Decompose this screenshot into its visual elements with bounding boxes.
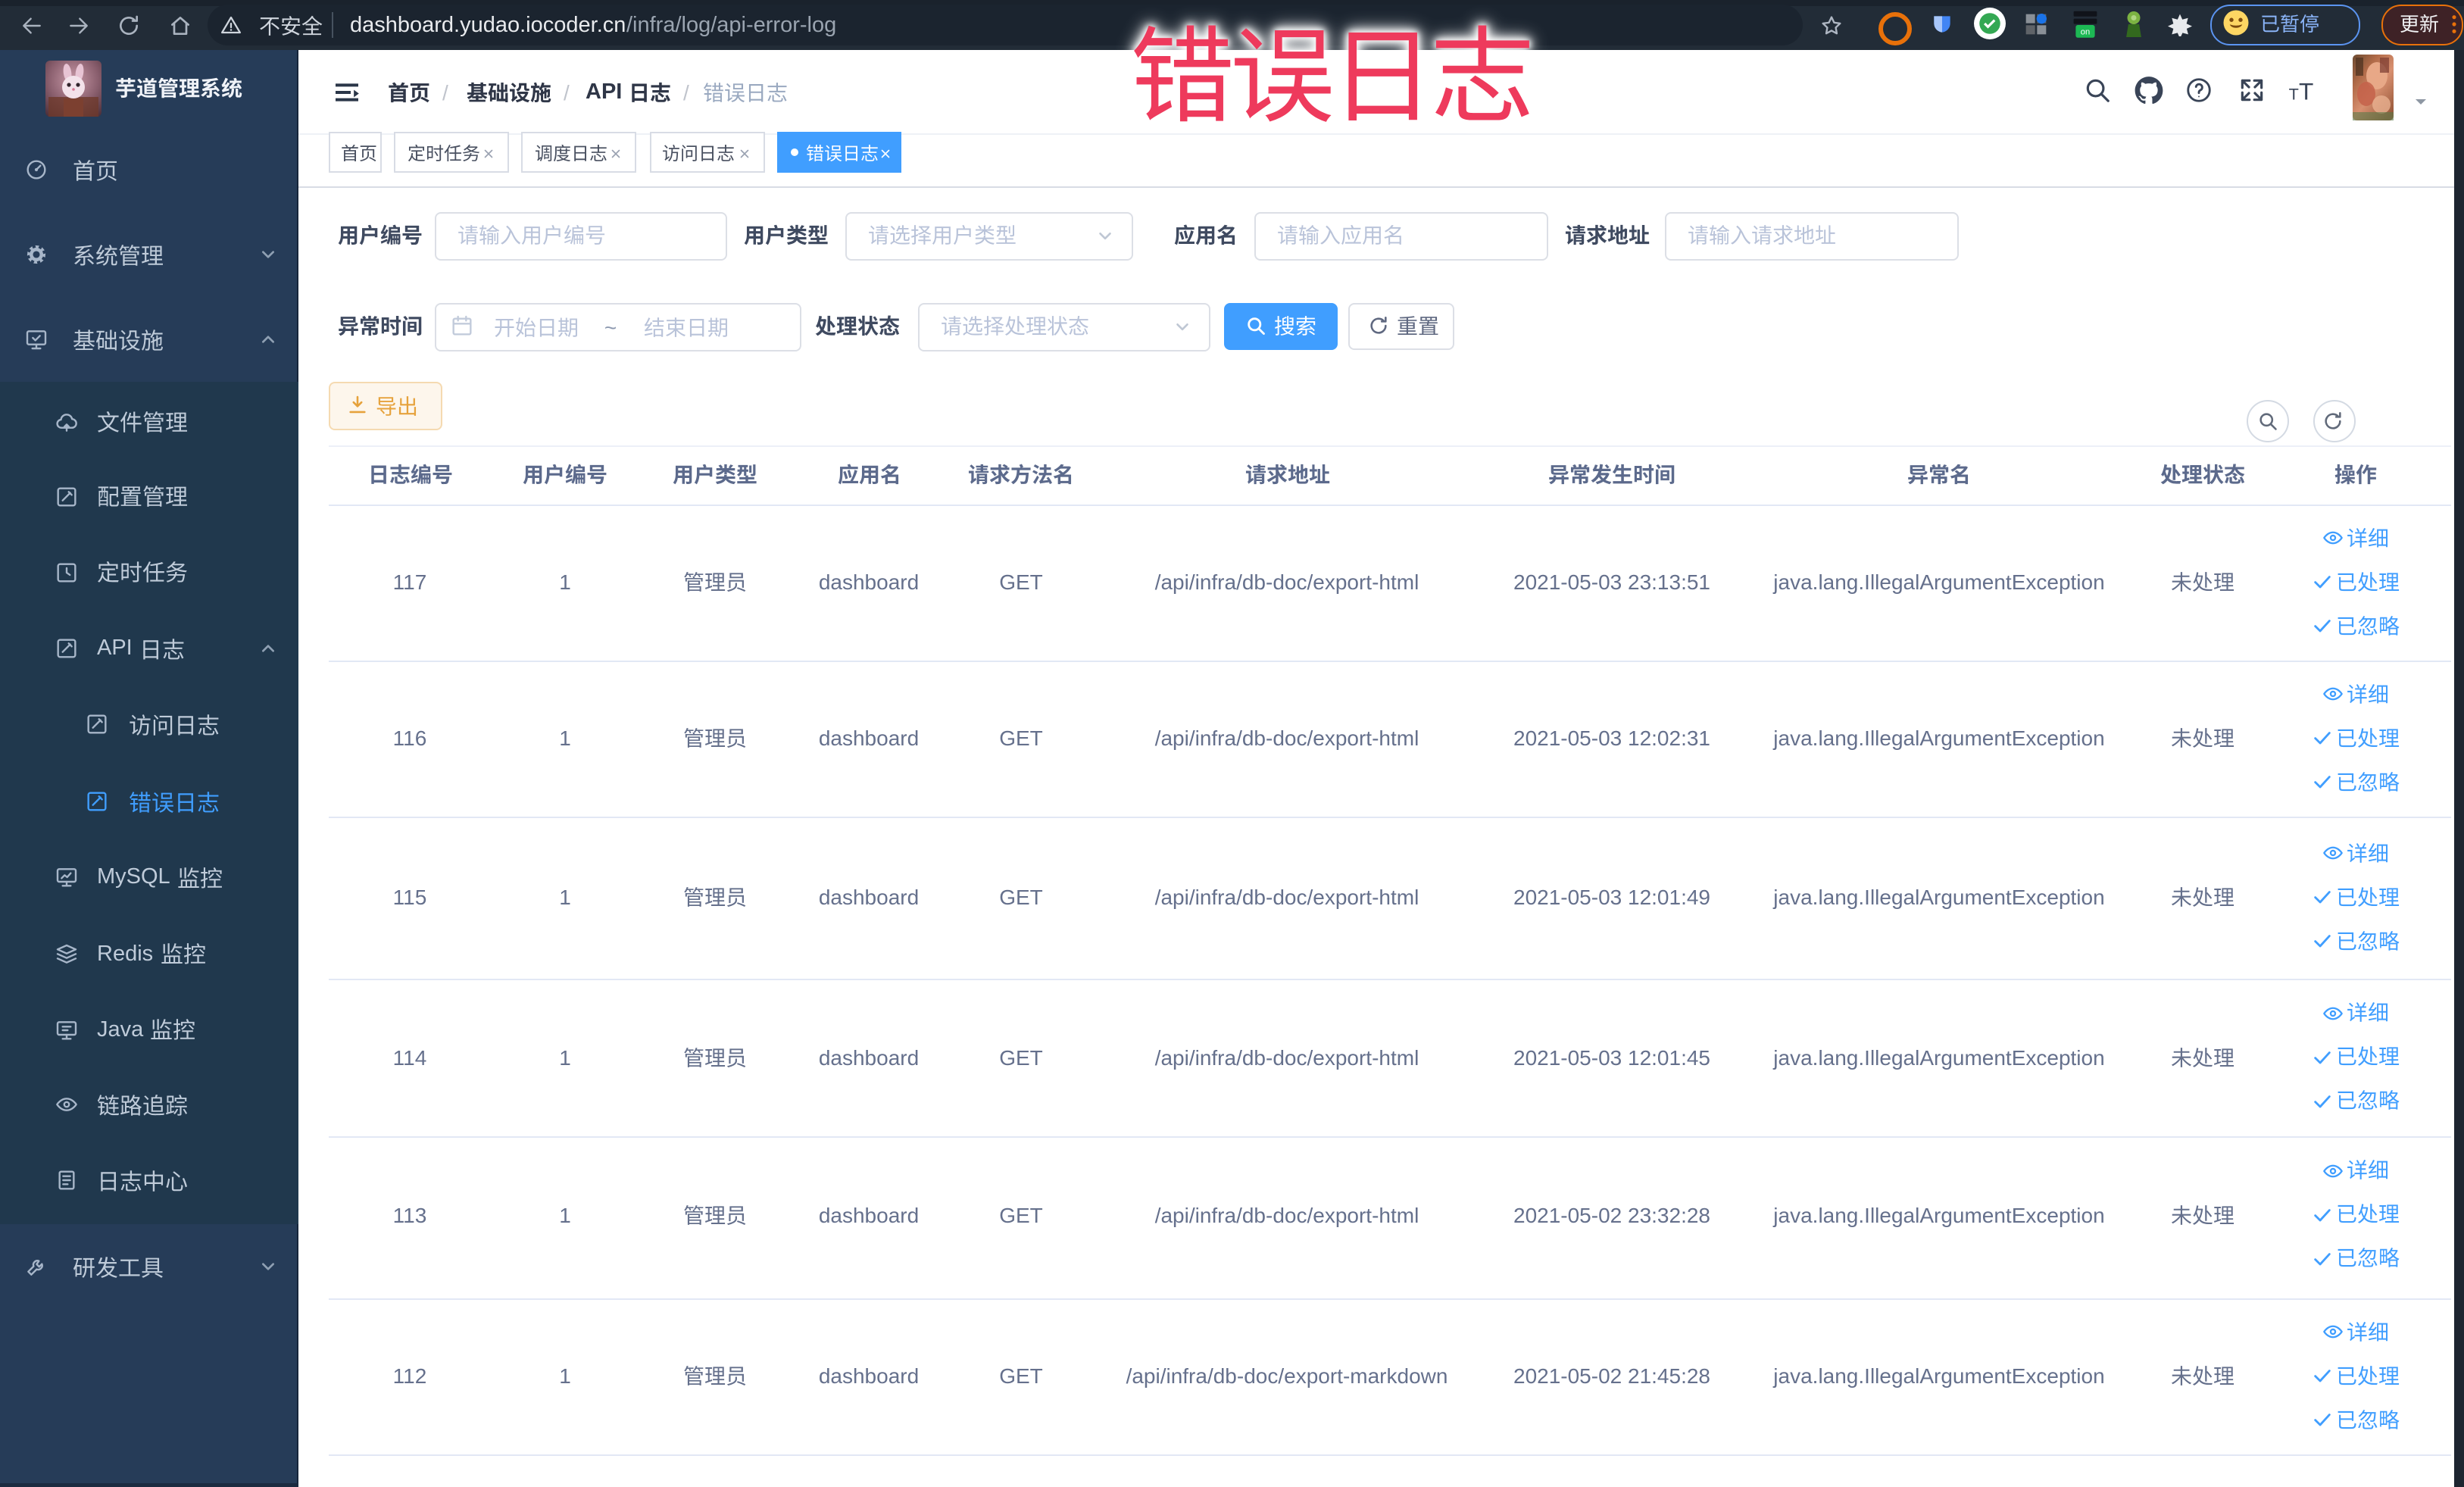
svg-text:T: T	[2299, 77, 2313, 105]
svg-text:T: T	[2289, 84, 2299, 103]
svg-text:on: on	[2081, 28, 2090, 37]
